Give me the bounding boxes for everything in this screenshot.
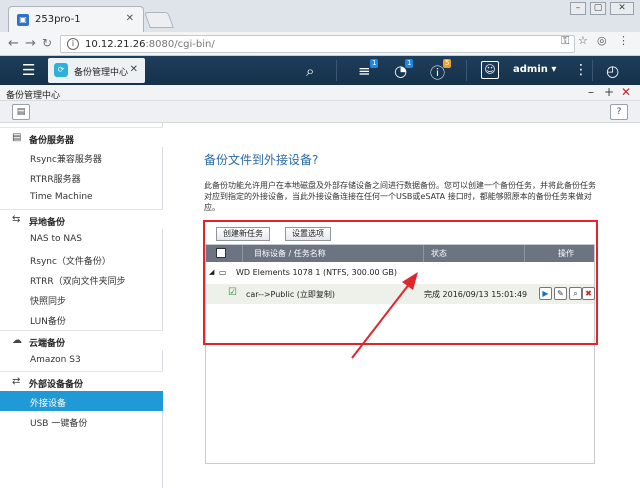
sidebar-item-label: USB 一键备份 xyxy=(30,419,88,429)
sidebar-item-label: Rsync兼容服务器 xyxy=(30,155,102,165)
cloud-icon: ☁ xyxy=(12,335,22,346)
header-divider xyxy=(466,60,467,81)
back-icon[interactable]: ← xyxy=(8,36,19,51)
browser-tab[interactable]: ▣ 253pro-1 ✕ xyxy=(8,6,144,32)
sidebar-group-label: 外部设备备份 xyxy=(29,380,84,390)
browser-tab-title: 253pro-1 xyxy=(35,14,81,25)
sidebar-item-snapshot-sync[interactable]: 快照同步 xyxy=(0,289,163,309)
window-close-icon[interactable]: ✕ xyxy=(621,85,631,99)
app-tab-close-icon[interactable]: ✕ xyxy=(130,64,138,75)
sidebar-item-label: NAS to NAS xyxy=(30,234,82,244)
sidebar-group-cloud-backup[interactable]: ☁ 云端备份 xyxy=(0,330,163,350)
header-divider xyxy=(336,60,337,81)
sidebar-item-rsync-server[interactable]: Rsync兼容服务器 xyxy=(0,147,163,167)
dashboard-gauge-icon[interactable]: ◴ xyxy=(606,62,619,80)
user-menu[interactable]: admin ▾ xyxy=(513,64,556,75)
sidebar-group-label: 云端备份 xyxy=(29,339,66,349)
sidebar-item-rtrr-server[interactable]: RTRR服务器 xyxy=(0,167,163,187)
sidebar-item-label: RTRR（双向文件夹同步 xyxy=(30,277,126,287)
header-divider xyxy=(592,60,593,81)
sidebar-item-nas-to-nas[interactable]: NAS to NAS xyxy=(0,229,163,249)
minimize-icon[interactable]: – xyxy=(570,2,586,15)
app-tab-backup[interactable]: ⟳ 备份管理中心 ✕ xyxy=(48,58,145,83)
info-badge: 5 xyxy=(443,59,452,68)
window-maximize-icon[interactable]: + xyxy=(604,85,614,99)
sidebar-group-label: 异地备份 xyxy=(29,218,66,228)
sidebar-group-backup-server[interactable]: ▤ 备份服务器 xyxy=(0,127,163,147)
maximize-icon[interactable]: ▢ xyxy=(590,2,606,15)
qts-header: ☰ ⟳ 备份管理中心 ✕ ⌕ ≡ 1 ◔ 1 ⓘ 5 ☺ admin ▾ ⋮ ◴ xyxy=(0,56,640,85)
sidebar-item-label: Amazon S3 xyxy=(30,355,81,365)
sidebar-group-label: 备份服务器 xyxy=(29,136,75,146)
window-minimize-icon[interactable]: – xyxy=(588,85,594,99)
url-input[interactable]: i 10.12.21.26:8080/cgi-bin/ xyxy=(60,35,575,53)
key-icon[interactable]: ⚿ xyxy=(561,34,569,48)
main-menu-icon[interactable]: ☰ xyxy=(22,61,35,79)
sidebar-item-external-device[interactable]: 外接设备 xyxy=(0,391,163,411)
browser-menu-icon[interactable]: ⋮ xyxy=(618,34,629,47)
app-window-title: 备份管理中心 xyxy=(6,91,61,101)
sidebar-group-external-backup[interactable]: ⇄ 外部设备备份 xyxy=(0,371,163,391)
sidebar-item-lun-backup[interactable]: LUN备份 xyxy=(0,309,163,329)
overview-icon[interactable]: ▤ xyxy=(12,104,30,120)
server-icon: ▤ xyxy=(12,132,22,143)
page-title: 备份文件到外接设备? xyxy=(204,153,319,167)
sidebar-item-label: RTRR服务器 xyxy=(30,175,81,185)
qnap-favicon-icon: ▣ xyxy=(17,14,29,26)
tasks-badge: 1 xyxy=(370,59,379,68)
app-tab-label: 备份管理中心 xyxy=(74,68,129,78)
page-description: 此备份功能允许用户在本地磁盘及外部存储设备之间进行数据备份。您可以创建一个备份任… xyxy=(204,181,596,212)
site-info-icon[interactable]: i xyxy=(67,38,79,50)
tasks-icon[interactable]: ≡ xyxy=(358,62,371,80)
sidebar-item-amazon-s3[interactable]: Amazon S3 xyxy=(0,350,163,370)
sidebar-item-label: 外接设备 xyxy=(30,399,67,409)
sync-icon: ⇄ xyxy=(12,376,21,387)
notifications-badge: 1 xyxy=(405,59,414,68)
app-toolbar: ▤ ? xyxy=(0,101,640,123)
sidebar-item-rtrr-sync[interactable]: RTRR（双向文件夹同步 xyxy=(0,269,163,289)
sidebar-item-label: Time Machine xyxy=(30,192,93,202)
sidebar-group-remote-backup[interactable]: ⇆ 异地备份 xyxy=(0,209,163,229)
sidebar-item-time-machine[interactable]: Time Machine xyxy=(0,187,163,207)
new-tab-button[interactable] xyxy=(144,12,174,28)
sidebar: ▤ 备份服务器 Rsync兼容服务器 RTRR服务器 Time Machine … xyxy=(0,123,163,488)
tab-close-icon[interactable]: ✕ xyxy=(126,13,134,24)
more-options-icon[interactable]: ⋮ xyxy=(574,62,588,78)
sidebar-item-usb-one-touch[interactable]: USB 一键备份 xyxy=(0,411,163,431)
sidebar-item-label: LUN备份 xyxy=(30,317,66,327)
reload-icon[interactable]: ↻ xyxy=(42,36,52,50)
help-icon[interactable]: ? xyxy=(610,104,628,120)
remote-backup-icon: ⇆ xyxy=(12,214,21,225)
sidebar-item-label: Rsync（文件备份） xyxy=(30,257,111,267)
sidebar-item-label: 快照同步 xyxy=(30,297,67,307)
forward-icon[interactable]: → xyxy=(25,36,36,51)
sidebar-item-rsync-file[interactable]: Rsync（文件备份） xyxy=(0,249,163,269)
address-toolbar: ← → ↻ i 10.12.21.26:8080/cgi-bin/ ⚿ ☆ ◎ … xyxy=(0,32,640,56)
url-path: :8080/cgi-bin/ xyxy=(145,39,215,50)
extension-icon[interactable]: ◎ xyxy=(597,34,607,47)
search-icon[interactable]: ⌕ xyxy=(306,62,314,80)
user-avatar-icon[interactable]: ☺ xyxy=(481,61,499,79)
backup-app-icon: ⟳ xyxy=(54,63,68,77)
highlight-box xyxy=(203,220,598,345)
window-close-icon[interactable]: ✕ xyxy=(610,2,634,15)
url-host: 10.12.21.26 xyxy=(85,39,146,50)
app-window-titlebar: 备份管理中心 – + ✕ xyxy=(0,85,640,101)
browser-tabbar: ▣ 253pro-1 ✕ – ▢ ✕ xyxy=(0,0,640,32)
bookmark-star-icon[interactable]: ☆ xyxy=(578,34,588,47)
